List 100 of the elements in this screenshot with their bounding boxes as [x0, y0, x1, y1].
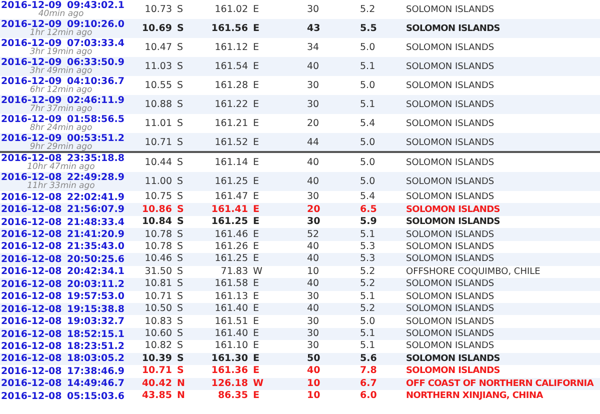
magnitude-cell-text: 5.0 [359, 316, 376, 328]
date-link[interactable]: 2016-12-08 [0, 192, 59, 203]
date-link[interactable]: 2016-12-08 [0, 204, 59, 216]
date-link[interactable]: 2016-12-08 [0, 390, 59, 402]
region-cell-text: SOLOMON ISLANDS [405, 176, 496, 186]
date-link[interactable]: 2016-12-08 [0, 353, 59, 364]
depth-cell-text: 30 [306, 216, 322, 228]
magnitude-cell-text: 6.7 [359, 378, 378, 390]
magnitude-cell-text: 5.6 [359, 352, 378, 365]
region-cell-text: SOLOMON ISLANDS [405, 100, 496, 110]
date-link[interactable]: 2016-12-08 [0, 378, 59, 390]
region-cell-text: OFFSHORE COQUIMBO, CHILE [405, 266, 542, 278]
elapsed-time: 3hr 19min ago [28, 47, 92, 57]
longitude-cell-text: 161.56 [210, 23, 248, 34]
region-cell-text: SOLOMON ISLANDS [405, 340, 496, 352]
depth-cell-text: 40 [306, 240, 320, 253]
region-cell-text: SOLOMON ISLANDS [405, 352, 501, 365]
date-link[interactable]: 2016-12-08 [0, 216, 59, 228]
depth-cell-text: 10 [306, 378, 322, 390]
hemisphere-cell-text: E [252, 340, 260, 352]
hemisphere-cell-text: S [176, 80, 184, 91]
date-link[interactable]: 2016-12-09 [0, 38, 59, 49]
latitude-cell-text: 10.88 [144, 99, 172, 110]
longitude-cell-text: 161.41 [210, 204, 248, 216]
date-link[interactable]: 2016-12-08 [0, 153, 59, 164]
magnitude-cell-text: 5.0 [359, 176, 376, 187]
region-cell-text: SOLOMON ISLANDS [405, 278, 496, 290]
magnitude-cell-text: 5.1 [359, 99, 376, 110]
date-link[interactable]: 2016-12-08 [0, 291, 59, 302]
date-link[interactable]: 2016-12-08 [0, 366, 59, 377]
longitude-cell-text: 86.35 [216, 390, 248, 402]
longitude-cell-text: 161.25 [214, 176, 248, 187]
depth-cell-text: 40 [306, 176, 320, 187]
hemisphere-cell-text: E [252, 157, 260, 168]
longitude-cell-text: 161.26 [214, 240, 248, 253]
hemisphere-cell-text: S [176, 157, 184, 168]
depth-cell-text: 40 [306, 278, 320, 290]
date-link[interactable]: 2016-12-09 [0, 76, 59, 87]
elapsed-time: 3hr 49min ago [28, 66, 92, 76]
date-link[interactable]: 2016-12-08 [0, 328, 59, 340]
magnitude-cell-text: 5.1 [359, 228, 376, 241]
hemisphere-cell-text: S [176, 303, 184, 316]
hemisphere-cell-text: W [252, 266, 264, 278]
date-link[interactable]: 2016-12-08 [0, 172, 59, 183]
hemisphere-cell-text: S [176, 328, 184, 340]
region-cell-text: SOLOMON ISLANDS [405, 316, 496, 328]
hemisphere-cell-text: S [176, 99, 184, 110]
depth-cell-text: 34 [306, 42, 320, 53]
date-link[interactable]: 2016-12-09 [0, 57, 59, 68]
depth-cell-text: 43 [306, 23, 322, 34]
hemisphere-cell-text: S [176, 240, 184, 253]
latitude-cell-text: 10.44 [144, 157, 172, 168]
longitude-cell-text: 161.10 [214, 340, 248, 352]
hemisphere-cell-text: S [176, 365, 185, 378]
hemisphere-cell-text: W [252, 378, 264, 390]
hemisphere-cell-text: E [252, 191, 260, 204]
region-cell-text: OFF COAST OF NORTHERN CALIFORNIA [405, 378, 595, 390]
hemisphere-cell-text: E [252, 61, 260, 72]
longitude-cell-text: 161.28 [214, 80, 248, 91]
date-link[interactable]: 2016-12-08 [0, 304, 59, 315]
date-link[interactable]: 2016-12-08 [0, 266, 59, 278]
date-link[interactable]: 2016-12-08 [0, 278, 59, 290]
date-link[interactable]: 2016-12-09 [0, 114, 59, 125]
hemisphere-cell-text: E [252, 316, 260, 328]
date-link[interactable]: 2016-12-09 [0, 95, 59, 106]
hemisphere-cell-text: S [176, 290, 184, 303]
longitude-cell-text: 161.21 [214, 118, 248, 129]
region-cell-text: SOLOMON ISLANDS [405, 216, 501, 228]
date-link[interactable]: 2016-12-08 [0, 254, 59, 265]
date-link[interactable]: 2016-12-08 [0, 241, 59, 252]
date-link[interactable]: 2016-12-09 [0, 0, 59, 11]
magnitude-cell-text: 5.1 [359, 290, 376, 303]
hemisphere-cell-text: S [176, 118, 184, 129]
depth-cell-text: 30 [306, 4, 320, 15]
latitude-cell-text: 11.01 [144, 118, 172, 129]
date-link[interactable]: 2016-12-08 [0, 340, 59, 352]
depth-cell-text: 10 [306, 390, 322, 402]
date-link[interactable]: 2016-12-09 [0, 133, 59, 144]
longitude-cell-text: 161.47 [214, 191, 248, 204]
elapsed-time: 6hr 12min ago [28, 85, 92, 95]
magnitude-cell-text: 6.0 [359, 390, 378, 402]
magnitude-cell-text: 5.0 [359, 137, 376, 148]
elapsed-time: 40min ago [37, 9, 84, 19]
date-link[interactable]: 2016-12-08 [0, 316, 59, 328]
elapsed-time: 1hr 12min ago [28, 28, 92, 38]
magnitude-cell-text: 7.8 [359, 365, 378, 378]
depth-cell-text: 50 [306, 352, 322, 365]
depth-cell-text: 30 [306, 80, 320, 91]
hemisphere-cell-text: S [176, 253, 184, 266]
magnitude-cell-text: 5.0 [359, 42, 376, 53]
longitude-cell-text: 161.02 [214, 4, 248, 15]
hemisphere-cell-text: S [176, 4, 184, 15]
elapsed-time: 9hr 29min ago [28, 142, 92, 152]
longitude-cell-text: 71.83 [220, 266, 248, 278]
hemisphere-cell-text: E [252, 99, 260, 110]
hemisphere-cell-text: S [176, 61, 184, 72]
hemisphere-cell-text: E [252, 216, 260, 228]
depth-cell-text: 40 [306, 61, 320, 72]
date-link[interactable]: 2016-12-09 [0, 19, 59, 30]
date-link[interactable]: 2016-12-08 [0, 229, 59, 240]
